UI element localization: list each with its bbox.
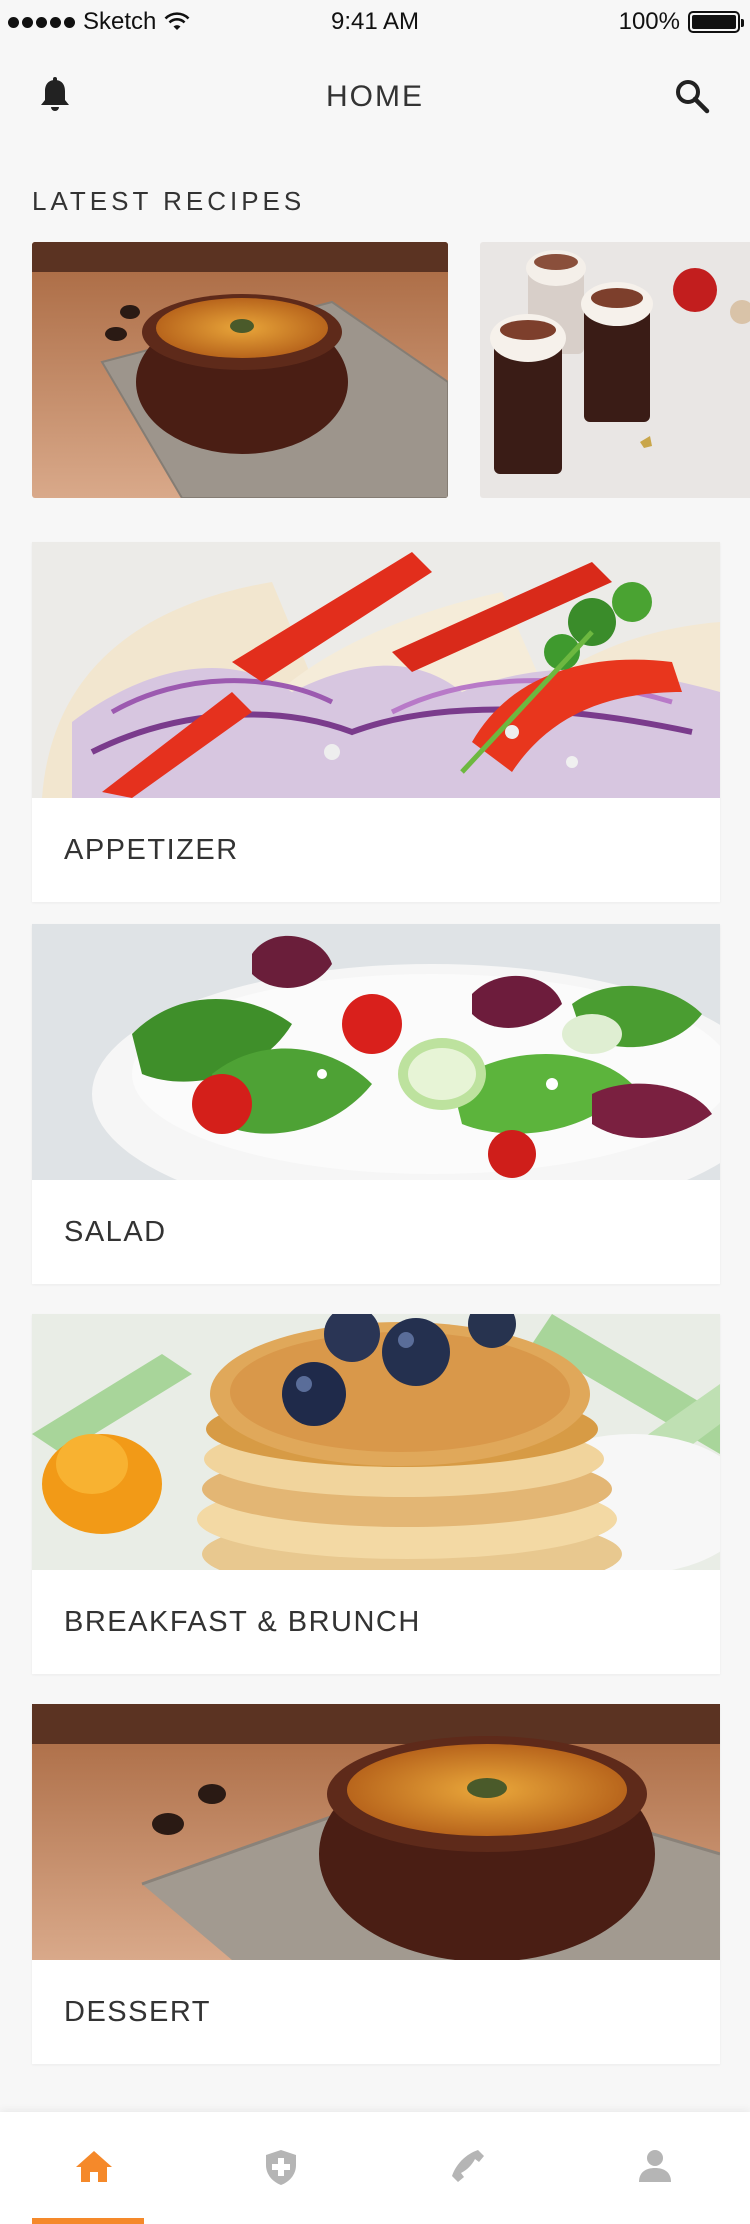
home-screen: Sketch 9:41 AM 100% HOME LATEST RECIPES … [0, 0, 750, 2224]
hot-chocolate-image [480, 242, 750, 498]
status-right: 100% [618, 8, 744, 36]
tacos-image [32, 542, 720, 798]
soup-bowl-image [32, 1704, 720, 1960]
latest-recipe-card[interactable] [32, 242, 448, 498]
category-card-breakfast[interactable]: BREAKFAST & BRUNCH [32, 1314, 720, 1674]
category-card-salad[interactable]: SALAD [32, 924, 720, 1284]
active-tab-indicator [32, 2218, 144, 2224]
salad-image [32, 924, 720, 1180]
shield-plus-icon [265, 2150, 296, 2185]
nav-health[interactable] [187, 2112, 374, 2224]
search-icon[interactable] [672, 76, 712, 116]
nav-profile[interactable] [561, 2112, 748, 2224]
pancakes-image [32, 1314, 720, 1570]
user-icon [638, 2150, 671, 2182]
app-header: HOME [0, 60, 750, 132]
phone-icon [451, 2150, 484, 2182]
category-label: BREAKFAST & BRUNCH [64, 1605, 421, 1638]
latest-recipe-card[interactable] [480, 242, 750, 498]
latest-recipes-title: LATEST RECIPES [32, 186, 306, 216]
soup-bowl-image [32, 242, 448, 498]
battery-percent: 100% [618, 8, 680, 35]
category-label: SALAD [64, 1215, 167, 1248]
bottom-nav [0, 2112, 750, 2224]
battery-fill [692, 15, 736, 29]
category-image [32, 1314, 720, 1570]
status-bar: Sketch 9:41 AM 100% [0, 0, 750, 42]
battery-icon [688, 11, 744, 33]
nav-home[interactable] [0, 2112, 187, 2224]
latest-recipes-carousel[interactable] [32, 242, 750, 498]
category-label: APPETIZER [64, 833, 239, 866]
page-title: HOME [326, 80, 424, 113]
category-image [32, 924, 720, 1180]
category-label: DESSERT [64, 1995, 211, 2028]
category-image [32, 542, 720, 798]
category-card-appetizer[interactable]: APPETIZER [32, 542, 720, 902]
category-card-dessert[interactable]: DESSERT [32, 1704, 720, 2064]
category-image [32, 1704, 720, 1960]
home-icon [75, 2151, 112, 2182]
nav-phone[interactable] [374, 2112, 561, 2224]
